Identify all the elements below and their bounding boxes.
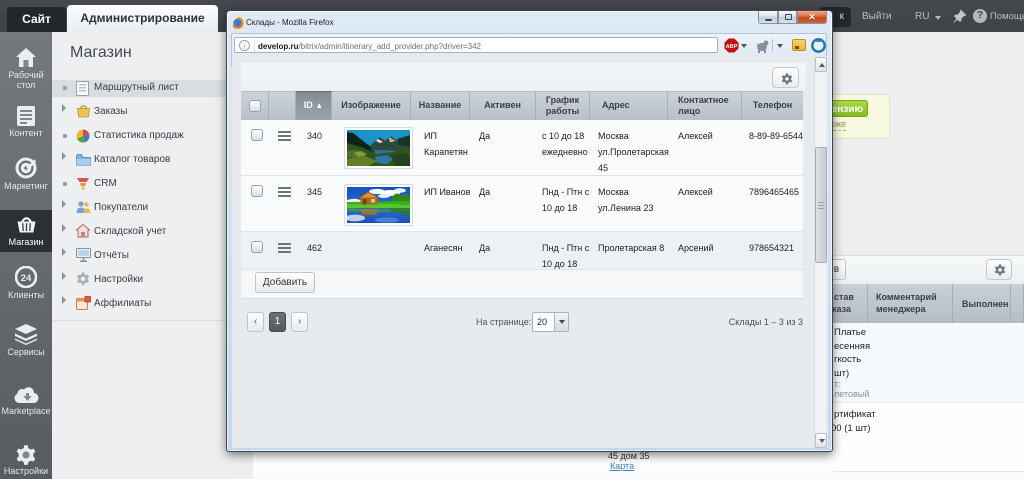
- svg-text:24: 24: [21, 273, 32, 284]
- svg-text:ABP: ABP: [726, 44, 738, 50]
